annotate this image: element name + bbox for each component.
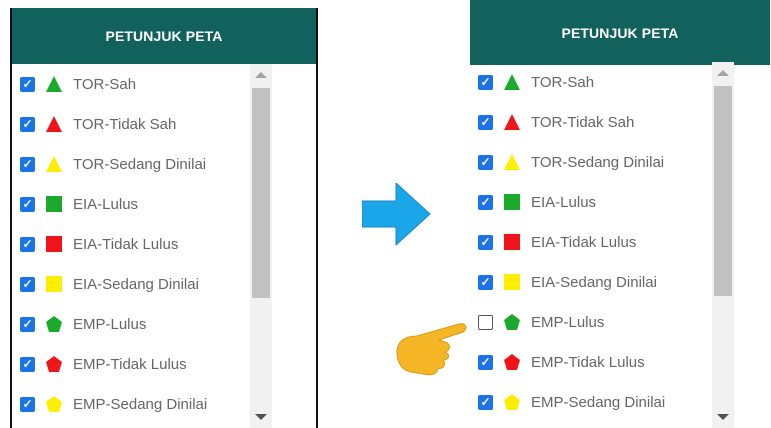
legend-item[interactable]: ✓ EMP-Tidak Lulus	[470, 342, 710, 382]
legend-item-label: EIA-Lulus	[531, 193, 597, 211]
pointing-hand-icon	[396, 323, 467, 376]
legend-item[interactable]: ✓ EMP-Sedang Dinilai	[470, 382, 710, 422]
legend-item-label: EMP-Tidak Lulus	[73, 355, 187, 373]
legend-item-label: EMP-Lulus	[531, 313, 605, 331]
green-pentagon-icon	[45, 315, 63, 333]
checkbox[interactable]: ✓	[20, 196, 35, 212]
legend-list: ✓ TOR-Sah ✓ TOR-Tidak Sah ✓ TOR-Sedang Dinila…	[470, 62, 710, 422]
legend-item-label: TOR-Sedang Dinilai	[531, 153, 665, 171]
panel-header: PETUNJUK PETA	[470, 0, 770, 65]
yellow-triangle-icon	[503, 153, 521, 171]
legend-item[interactable]: ✓ EIA-Sedang Dinilai	[12, 264, 252, 304]
legend-item-label: EMP-Sedang Dinilai	[531, 393, 666, 411]
legend-item-label: EIA-Tidak Lulus	[73, 235, 179, 253]
scrollbar[interactable]	[712, 62, 734, 428]
red-pentagon-icon	[45, 355, 63, 373]
scroll-up-icon[interactable]	[717, 70, 729, 76]
panel-header: PETUNJUK PETA	[12, 8, 316, 64]
legend-item-label: EIA-Sedang Dinilai	[73, 275, 199, 293]
legend-item[interactable]: ✓ EMP-Tidak Lulus	[12, 344, 252, 384]
checkbox[interactable]: ✓	[478, 314, 493, 330]
yellow-pentagon-icon	[503, 393, 521, 411]
checkbox[interactable]: ✓	[478, 274, 493, 290]
legend-item-label: EMP-Tidak Lulus	[531, 353, 645, 371]
yellow-square-icon	[45, 275, 63, 293]
red-triangle-icon	[503, 113, 521, 131]
red-square-icon	[503, 233, 521, 251]
legend-item-label: TOR-Sedang Dinilai	[73, 155, 207, 173]
green-square-icon	[45, 195, 63, 213]
checkbox[interactable]: ✓	[20, 156, 35, 172]
checkbox[interactable]: ✓	[478, 194, 493, 210]
legend-item[interactable]: ✓ TOR-Sedang Dinilai	[12, 144, 252, 184]
scroll-down-icon[interactable]	[255, 414, 267, 420]
legend-item-label: TOR-Tidak Sah	[531, 113, 635, 131]
checkbox[interactable]: ✓	[20, 116, 35, 132]
legend-item-label: EMP-Lulus	[73, 315, 147, 333]
right-arrow-icon	[362, 183, 431, 245]
checkbox[interactable]: ✓	[478, 114, 493, 130]
scroll-up-icon[interactable]	[255, 72, 267, 78]
legend-item-label: TOR-Sah	[73, 75, 137, 93]
legend-panel-before: PETUNJUK PETA ✓ TOR-Sah ✓ TOR-Tidak Sah ✓ TOR…	[10, 8, 318, 428]
checkbox[interactable]: ✓	[478, 74, 493, 90]
legend-item[interactable]: ✓ EIA-Lulus	[470, 182, 710, 222]
legend-item-label: EIA-Lulus	[73, 195, 139, 213]
legend-item[interactable]: ✓ EIA-Lulus	[12, 184, 252, 224]
green-pentagon-icon	[503, 313, 521, 331]
green-square-icon	[503, 193, 521, 211]
legend-list: ✓ TOR-Sah ✓ TOR-Tidak Sah ✓ TOR-Sedang Dinila…	[12, 64, 252, 424]
yellow-triangle-icon	[45, 155, 63, 173]
green-triangle-icon	[503, 73, 521, 91]
legend-item[interactable]: ✓ TOR-Tidak Sah	[12, 104, 252, 144]
legend-item[interactable]: ✓ TOR-Sah	[470, 62, 710, 102]
legend-item[interactable]: ✓ TOR-Sah	[12, 64, 252, 104]
scroll-thumb[interactable]	[714, 86, 732, 296]
checkbox[interactable]: ✓	[20, 356, 35, 372]
yellow-pentagon-icon	[45, 395, 63, 413]
checkbox[interactable]: ✓	[20, 236, 35, 252]
checkbox[interactable]: ✓	[478, 234, 493, 250]
legend-item[interactable]: ✓ EMP-Lulus	[470, 302, 710, 342]
legend-item-label: EIA-Sedang Dinilai	[531, 273, 657, 291]
legend-item-label: TOR-Sah	[531, 73, 595, 91]
yellow-square-icon	[503, 273, 521, 291]
red-pentagon-icon	[503, 353, 521, 371]
legend-item-label: TOR-Tidak Sah	[73, 115, 177, 133]
legend-item[interactable]: ✓ TOR-Sedang Dinilai	[470, 142, 710, 182]
legend-item[interactable]: ✓ EIA-Tidak Lulus	[12, 224, 252, 264]
scrollbar[interactable]	[250, 64, 272, 428]
legend-panel-after: PETUNJUK PETA ✓ TOR-Sah ✓ TOR-Tidak Sah ✓ TOR…	[470, 0, 770, 428]
checkbox[interactable]: ✓	[20, 276, 35, 292]
scroll-thumb[interactable]	[252, 88, 270, 298]
legend-item[interactable]: ✓ EIA-Tidak Lulus	[470, 222, 710, 262]
legend-item[interactable]: ✓ EIA-Sedang Dinilai	[470, 262, 710, 302]
checkbox[interactable]: ✓	[20, 316, 35, 332]
checkbox[interactable]: ✓	[20, 76, 35, 92]
legend-item-label: EIA-Tidak Lulus	[531, 233, 637, 251]
green-triangle-icon	[45, 75, 63, 93]
red-square-icon	[45, 235, 63, 253]
legend-item-label: EMP-Sedang Dinilai	[73, 395, 208, 413]
checkbox[interactable]: ✓	[478, 394, 493, 410]
legend-item[interactable]: ✓ EMP-Lulus	[12, 304, 252, 344]
checkbox[interactable]: ✓	[478, 154, 493, 170]
checkbox[interactable]: ✓	[478, 354, 493, 370]
scroll-down-icon[interactable]	[717, 414, 729, 420]
red-triangle-icon	[45, 115, 63, 133]
checkbox[interactable]: ✓	[20, 396, 35, 412]
legend-item[interactable]: ✓ EMP-Sedang Dinilai	[12, 384, 252, 424]
legend-item[interactable]: ✓ TOR-Tidak Sah	[470, 102, 710, 142]
